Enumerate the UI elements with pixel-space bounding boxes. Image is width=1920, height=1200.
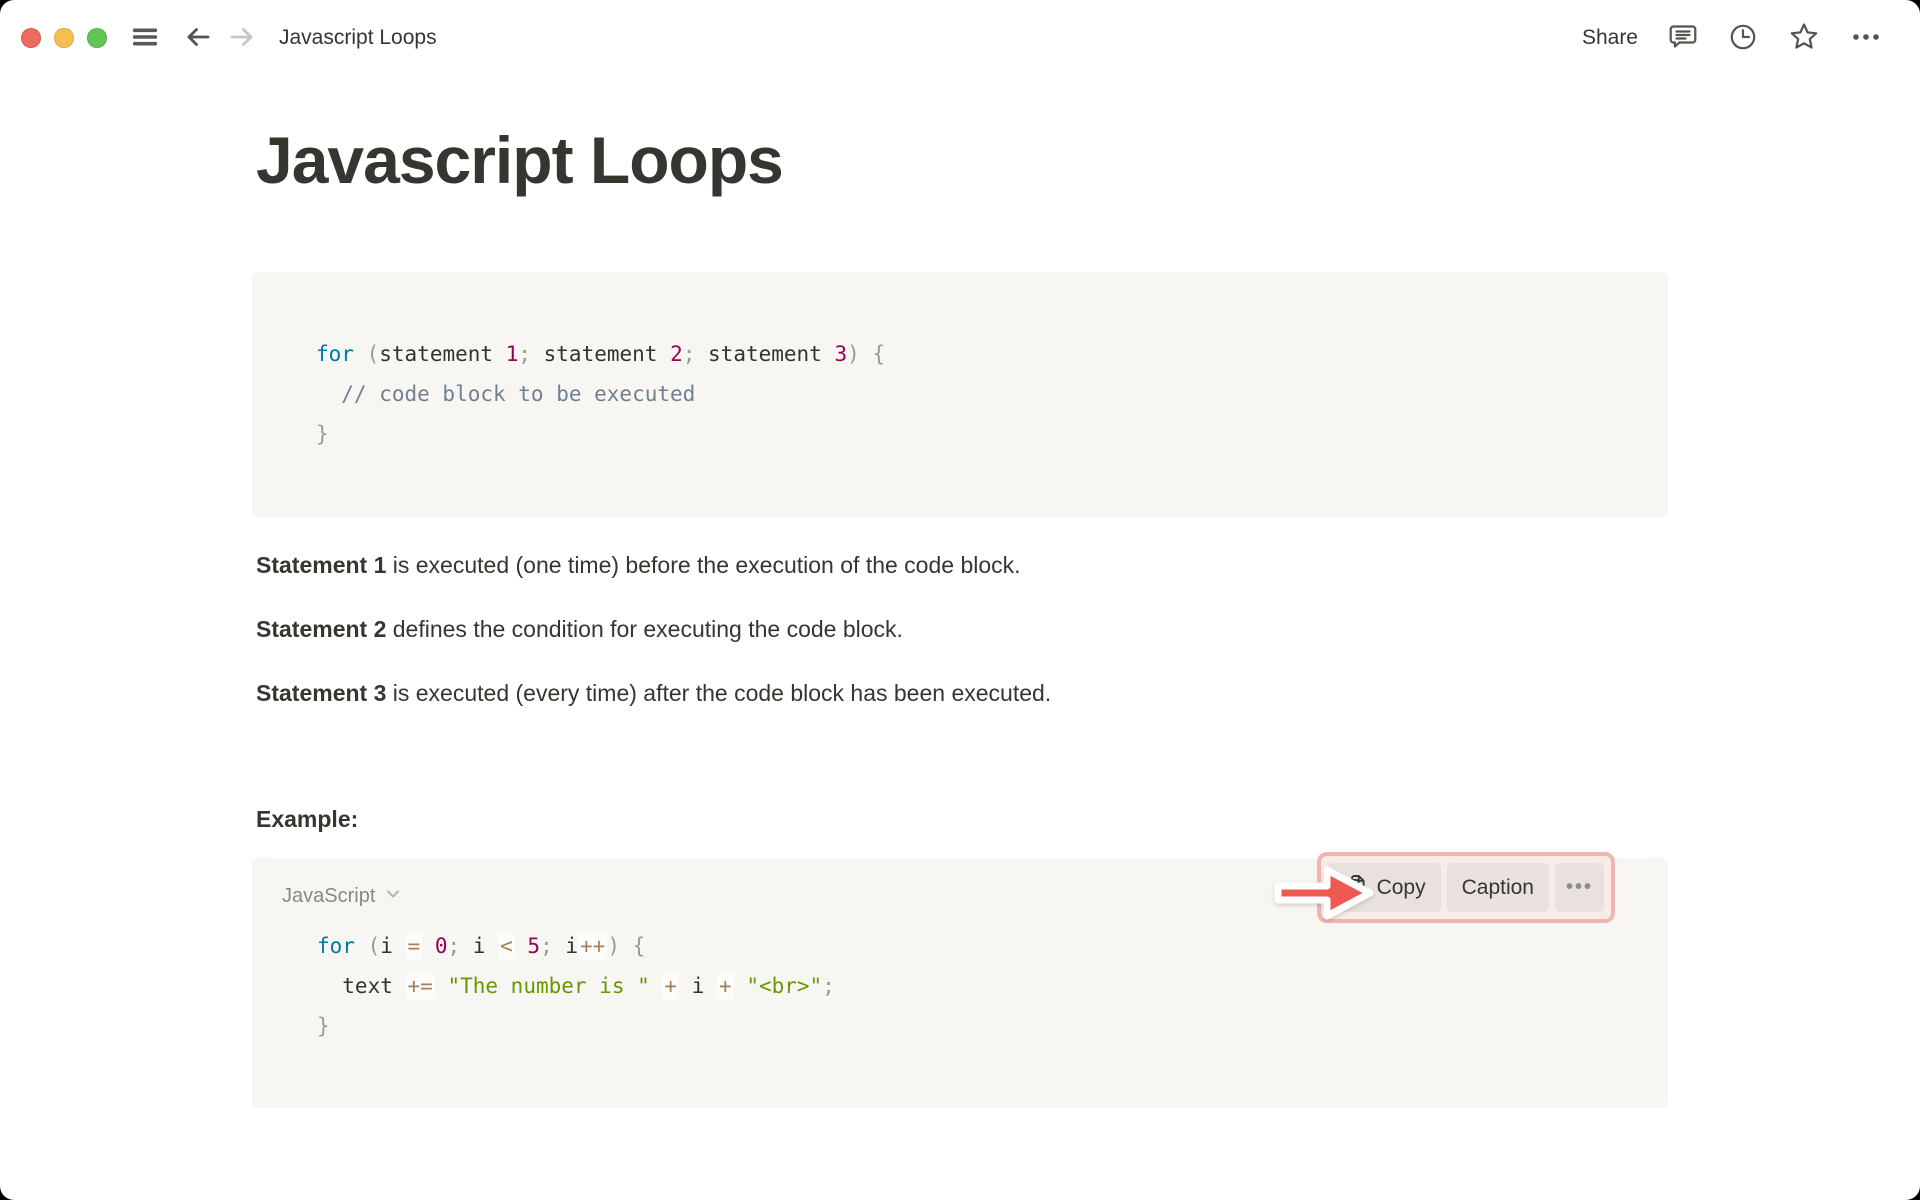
clock-icon xyxy=(1728,22,1758,55)
paragraph-statement-2: Statement 2 defines the condition for ex… xyxy=(256,613,1668,645)
app-window: Javascript Loops Share xyxy=(0,0,1920,1200)
minimize-button[interactable] xyxy=(54,28,74,48)
breadcrumb-title[interactable]: Javascript Loops xyxy=(279,26,437,50)
sidebar-toggle-button[interactable] xyxy=(131,23,159,54)
more-icon xyxy=(1850,22,1882,55)
paragraph-statement-1: Statement 1 is executed (one time) befor… xyxy=(256,549,1668,581)
caption-label: Caption xyxy=(1462,876,1534,900)
paragraph-statement-3: Statement 3 is executed (every time) aft… xyxy=(256,677,1668,709)
body-text: is executed (every time) after the code … xyxy=(386,680,1051,706)
bold-text: Statement 1 xyxy=(256,552,386,578)
ellipsis-icon: ••• xyxy=(1566,876,1593,899)
annotation-arrow-icon xyxy=(1273,861,1377,930)
comments-button[interactable] xyxy=(1668,22,1698,55)
share-button[interactable]: Share xyxy=(1582,26,1638,50)
language-selector[interactable]: JavaScript xyxy=(282,883,402,909)
history-button[interactable] xyxy=(1728,22,1758,55)
close-button[interactable] xyxy=(21,28,41,48)
body-text: is executed (one time) before the execut… xyxy=(386,552,1020,578)
star-icon xyxy=(1788,21,1820,56)
chevron-down-icon xyxy=(384,885,402,908)
back-arrow-icon xyxy=(183,22,213,55)
page-content: Javascript Loops for (statement 1; state… xyxy=(252,122,1668,1108)
hamburger-icon xyxy=(131,23,159,54)
code-text: for (statement 1; statement 2; statement… xyxy=(316,334,1604,454)
bold-text: Statement 2 xyxy=(256,616,386,642)
caption-button[interactable]: Caption xyxy=(1447,863,1549,912)
favorite-button[interactable] xyxy=(1788,21,1820,56)
topbar-actions: Share xyxy=(1582,21,1882,56)
traffic-lights xyxy=(21,28,107,48)
page-options-button[interactable] xyxy=(1850,22,1882,55)
language-label: JavaScript xyxy=(282,885,375,908)
zoom-button[interactable] xyxy=(87,28,107,48)
comment-icon xyxy=(1668,22,1698,55)
bold-text: Statement 3 xyxy=(256,680,386,706)
forward-arrow-icon xyxy=(227,22,257,55)
code-block-syntax[interactable]: for (statement 1; statement 2; statement… xyxy=(252,272,1668,517)
topbar: Javascript Loops Share xyxy=(0,0,1920,76)
forward-button[interactable] xyxy=(227,22,257,55)
back-button[interactable] xyxy=(183,22,213,55)
code-text: for (i = 0; i < 5; i++) { text += "The n… xyxy=(282,926,1604,1046)
page-title[interactable]: Javascript Loops xyxy=(256,122,1668,198)
code-block-example[interactable]: JavaScript for (i = 0; i < 5; i++) { tex… xyxy=(252,858,1668,1108)
copy-label: Copy xyxy=(1377,876,1426,900)
example-heading: Example: xyxy=(256,803,1668,835)
body-text: defines the condition for executing the … xyxy=(386,616,903,642)
code-more-button[interactable]: ••• xyxy=(1555,863,1604,912)
